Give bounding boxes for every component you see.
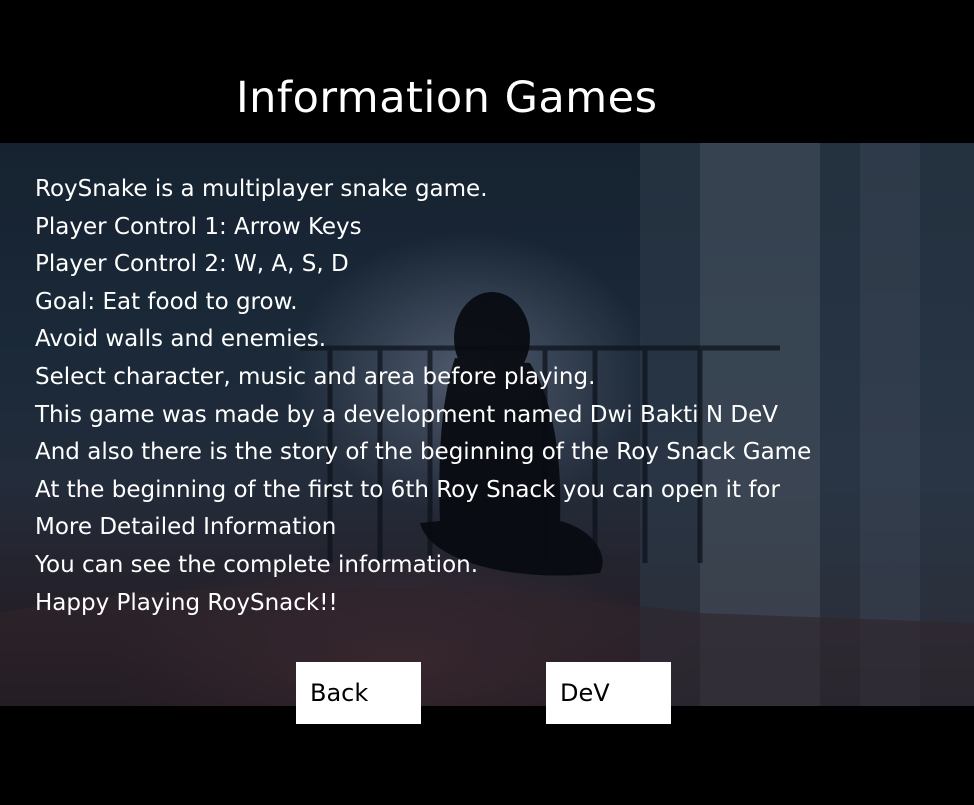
info-line: And also there is the story of the begin… [35,439,812,466]
info-line: Player Control 1: Arrow Keys [35,213,362,240]
info-line: At the beginning of the first to 6th Roy… [35,476,780,503]
background-image: RoySnake is a multiplayer snake game. Pl… [0,143,974,706]
info-line: Select character, music and area before … [35,363,596,390]
info-line: This game was made by a development name… [35,401,778,428]
info-screen: Information Games RoySnake is a multipla… [0,0,974,805]
info-line: Happy Playing RoySnack!! [35,589,338,616]
info-line: Avoid walls and enemies. [35,326,327,353]
page-title: Information Games [236,73,658,123]
back-button[interactable]: Back [296,662,421,724]
info-line: RoySnake is a multiplayer snake game. [35,176,488,202]
info-line: More Detailed Information [35,514,337,541]
dev-button[interactable]: DeV [546,662,671,724]
info-line: You can see the complete information. [35,551,479,578]
info-text-block: RoySnake is a multiplayer snake game. Pl… [35,171,811,622]
info-line: Player Control 2: W, A, S, D [35,251,349,278]
info-line: Goal: Eat food to grow. [35,288,298,315]
